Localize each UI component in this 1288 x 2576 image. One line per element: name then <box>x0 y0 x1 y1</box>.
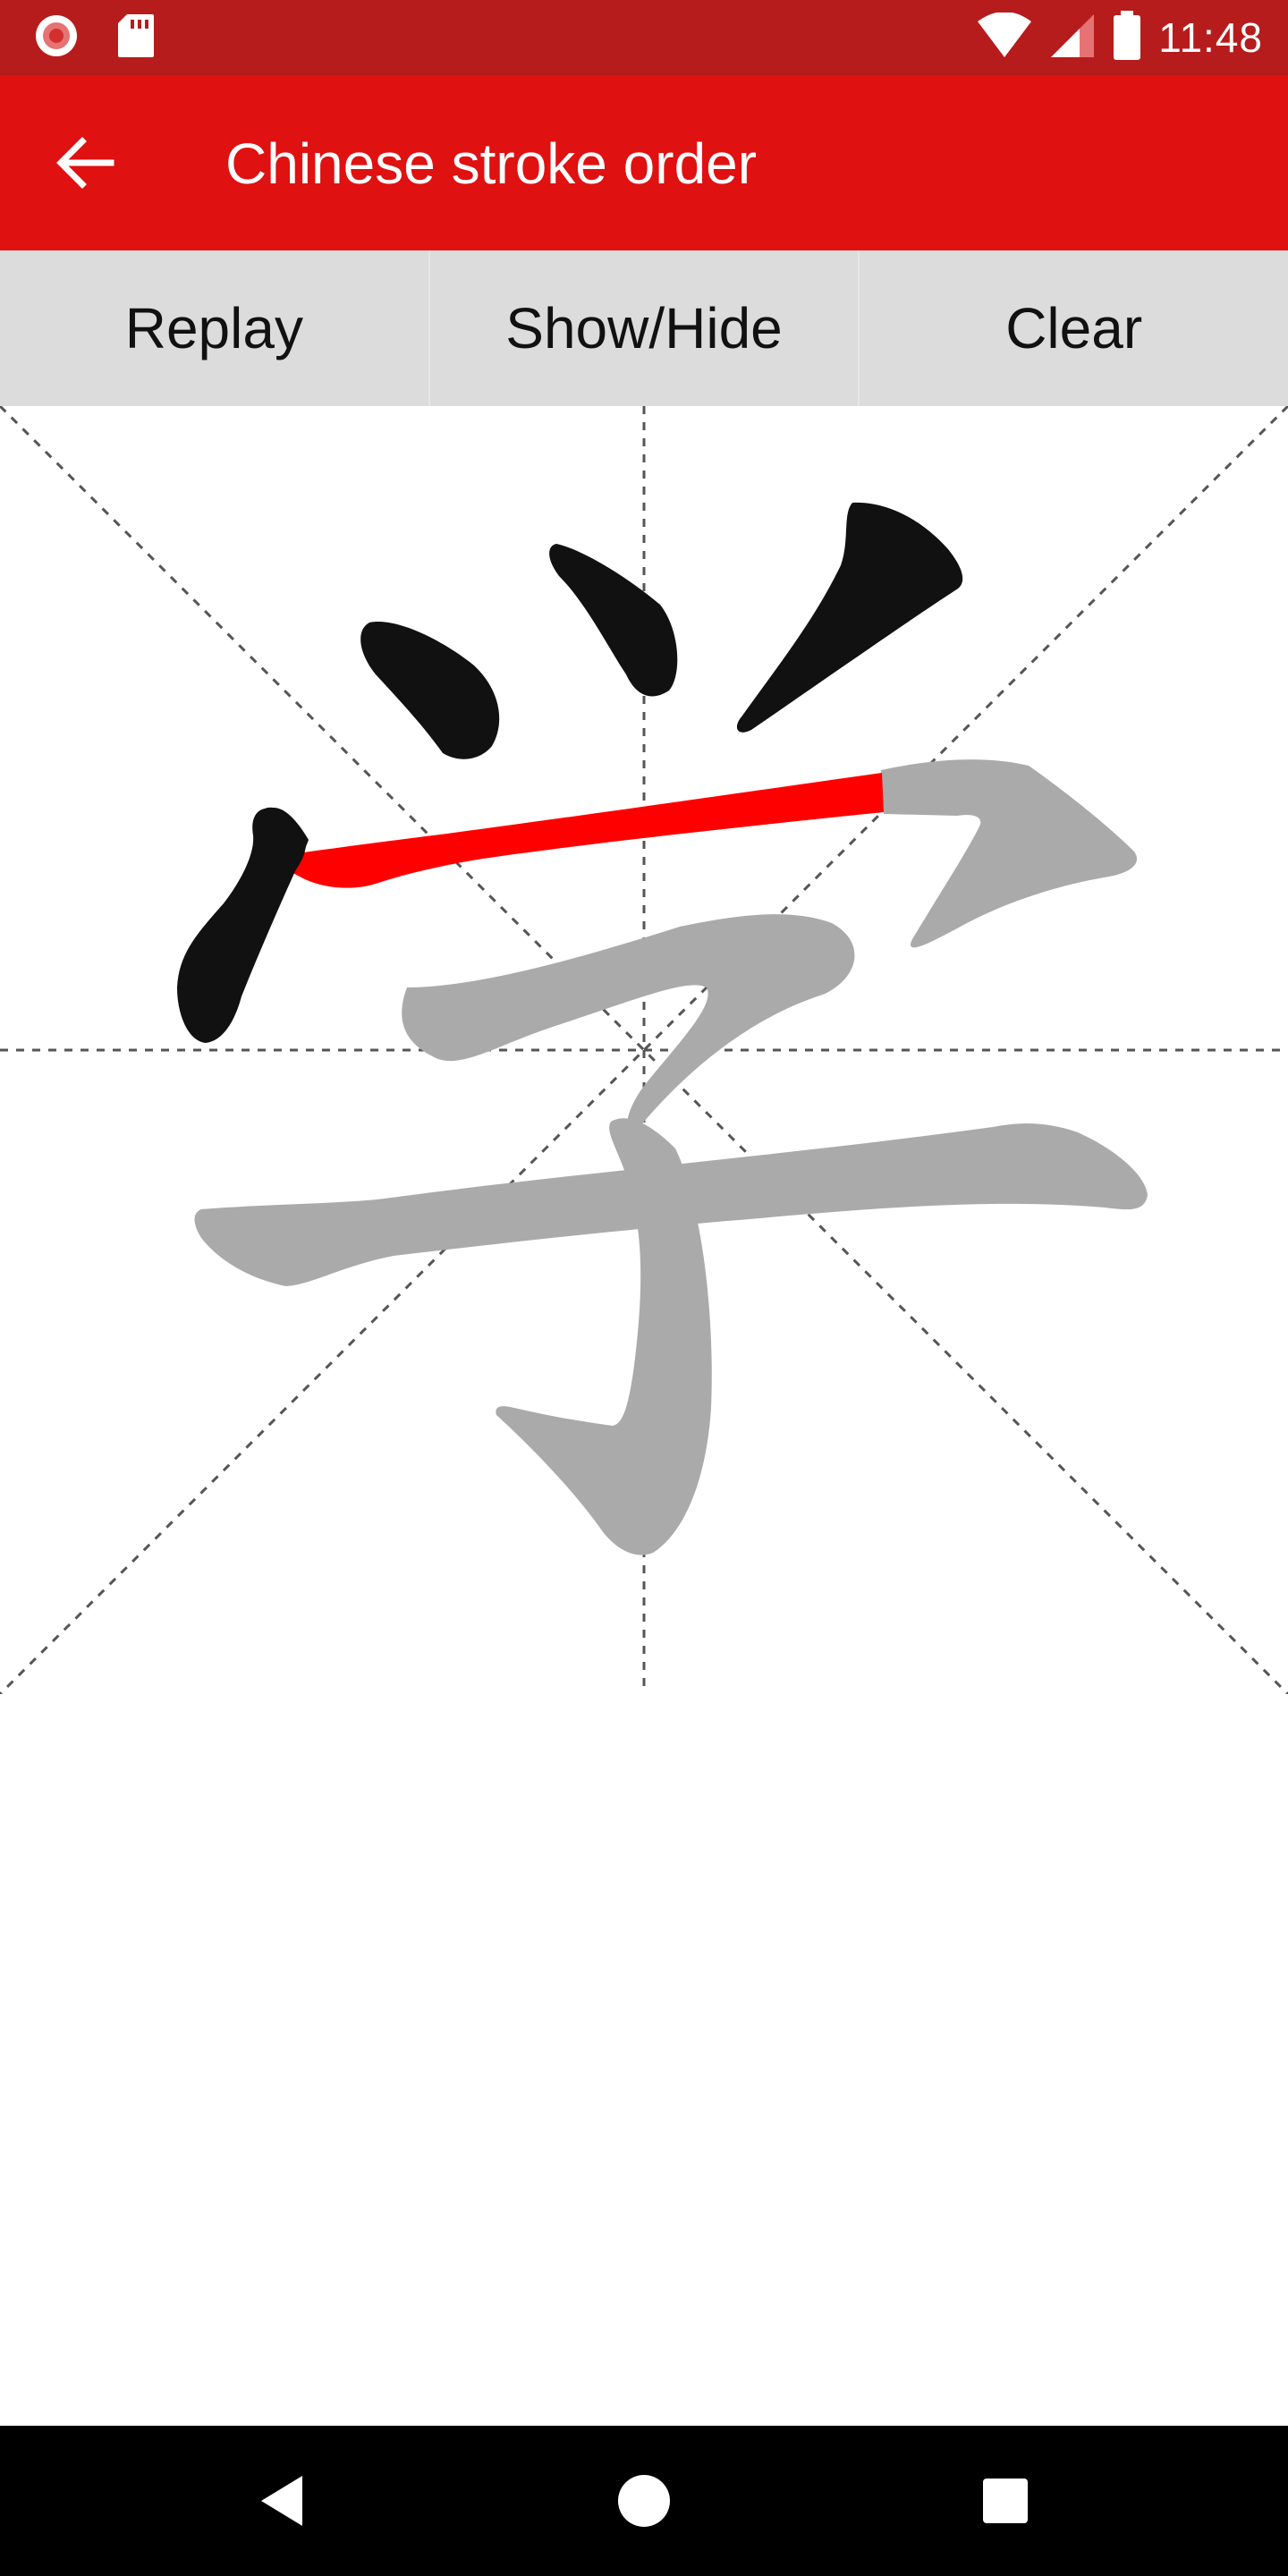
status-time: 11:48 <box>1158 14 1263 61</box>
nav-recents-button[interactable] <box>934 2426 1077 2576</box>
stroke-4-left-dot <box>177 807 306 1043</box>
toolbar: Replay Show/Hide Clear <box>0 250 1288 406</box>
status-left-icons <box>32 13 156 63</box>
current-stroke <box>268 773 884 888</box>
nav-home-button[interactable] <box>572 2426 716 2576</box>
recents-square-icon <box>983 2479 1028 2523</box>
stroke-3 <box>736 502 963 733</box>
stroke-2 <box>549 544 678 697</box>
status-right-icons: 11:48 <box>976 9 1263 66</box>
record-icon <box>32 12 80 64</box>
replay-button[interactable]: Replay <box>0 250 428 406</box>
cell-signal-icon <box>1049 13 1096 64</box>
app-bar: Chinese stroke order <box>0 75 1288 250</box>
system-nav-bar <box>0 2426 1288 2576</box>
nav-back-button[interactable] <box>211 2426 354 2576</box>
stroke-1 <box>360 622 500 759</box>
sd-card-icon <box>116 13 156 64</box>
stroke-5 <box>402 914 855 1133</box>
completed-strokes-left <box>177 807 306 1043</box>
back-triangle-icon <box>261 2476 302 2526</box>
stroke-4-animated <box>278 773 884 888</box>
clear-button[interactable]: Clear <box>858 250 1288 406</box>
arrow-left-icon <box>56 137 114 189</box>
back-button[interactable] <box>50 127 122 199</box>
stroke-4-remainder <box>881 759 1138 948</box>
stroke-order-canvas[interactable] <box>0 406 1288 1694</box>
home-circle-icon <box>618 2475 670 2527</box>
status-bar: 11:48 <box>0 0 1288 75</box>
battery-icon <box>1112 10 1142 65</box>
page-title: Chinese stroke order <box>225 131 758 196</box>
show-hide-button[interactable]: Show/Hide <box>428 250 859 406</box>
wifi-icon <box>976 11 1033 64</box>
completed-strokes <box>360 502 963 759</box>
